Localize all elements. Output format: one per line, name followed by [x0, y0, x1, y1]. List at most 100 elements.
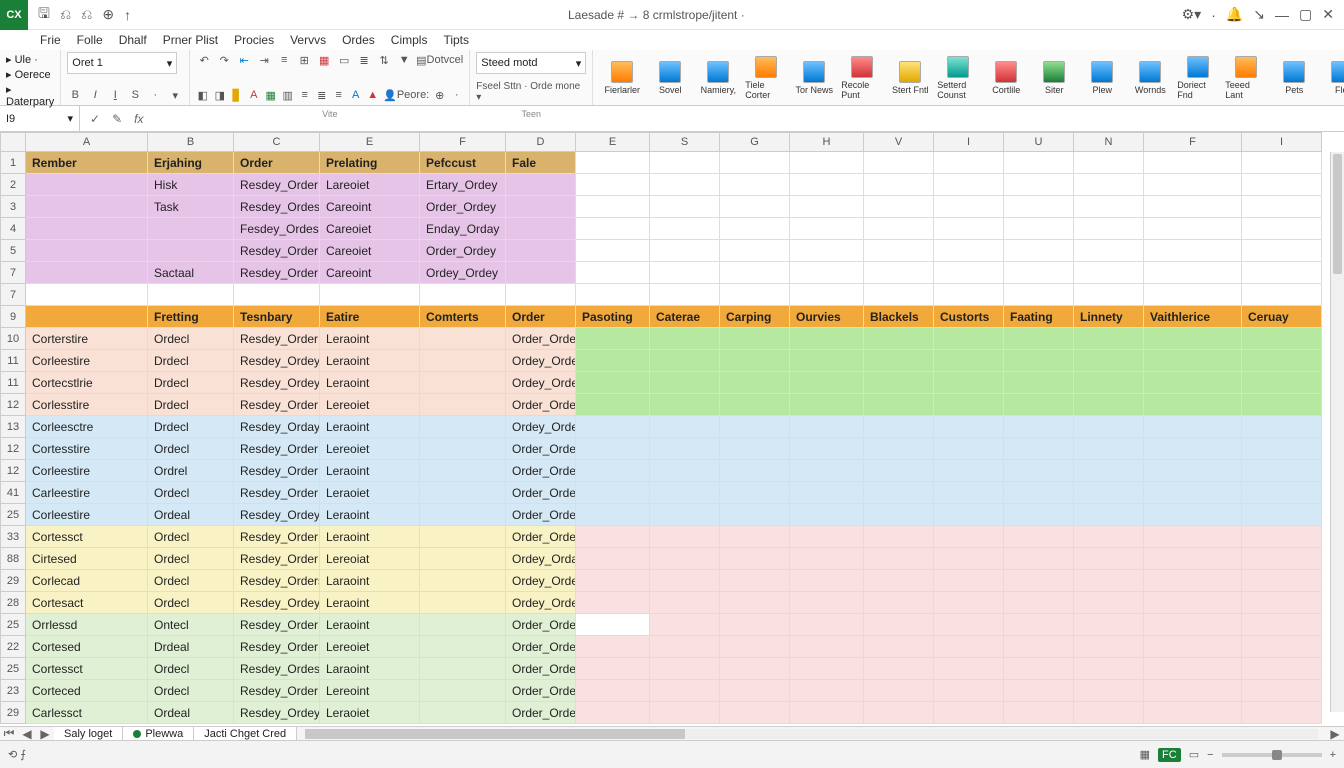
- cell[interactable]: [1074, 350, 1144, 372]
- row-header[interactable]: 25: [0, 614, 26, 636]
- row-header[interactable]: 13: [0, 416, 26, 438]
- menu-item[interactable]: Vervvs: [290, 33, 326, 47]
- ribbon-big-button[interactable]: Fierlarler: [601, 53, 643, 103]
- cell[interactable]: [864, 196, 934, 218]
- cell[interactable]: [934, 614, 1004, 636]
- cell[interactable]: [1242, 174, 1322, 196]
- cell[interactable]: Lereoint: [320, 680, 420, 702]
- cell[interactable]: Cortessct: [26, 658, 148, 680]
- row-header[interactable]: 29: [0, 702, 26, 724]
- cell[interactable]: Ordey_Ordey: [506, 350, 576, 372]
- cell[interactable]: [1144, 636, 1242, 658]
- cell[interactable]: [720, 702, 790, 724]
- cell[interactable]: Ontecl: [148, 614, 234, 636]
- cell[interactable]: Careoint: [320, 196, 420, 218]
- cell[interactable]: [1242, 394, 1322, 416]
- cell[interactable]: [1242, 680, 1322, 702]
- cell[interactable]: [650, 526, 720, 548]
- cell[interactable]: Leraoint: [320, 416, 420, 438]
- add-btn[interactable]: ⊕: [433, 87, 446, 103]
- cell[interactable]: [934, 658, 1004, 680]
- cell[interactable]: [576, 680, 650, 702]
- cell[interactable]: [1242, 196, 1322, 218]
- cell[interactable]: [576, 152, 650, 174]
- cell[interactable]: [1004, 680, 1074, 702]
- cell[interactable]: [420, 614, 506, 636]
- cell[interactable]: [576, 570, 650, 592]
- cell[interactable]: Corteced: [26, 680, 148, 702]
- cell[interactable]: [650, 218, 720, 240]
- cell[interactable]: Ordecl: [148, 548, 234, 570]
- cell[interactable]: [1074, 548, 1144, 570]
- row-header[interactable]: 10: [0, 328, 26, 350]
- cell[interactable]: [720, 240, 790, 262]
- cell[interactable]: [864, 614, 934, 636]
- cell[interactable]: [1144, 416, 1242, 438]
- cell[interactable]: Hisk: [148, 174, 234, 196]
- cell[interactable]: Corleestire: [26, 504, 148, 526]
- cell[interactable]: Cortesstire: [26, 438, 148, 460]
- cell[interactable]: Order_Ordey: [506, 614, 576, 636]
- ribbon-big-button[interactable]: Flel: [1321, 53, 1344, 103]
- cell[interactable]: [26, 218, 148, 240]
- cell[interactable]: Ordey_Ordey: [506, 416, 576, 438]
- cell[interactable]: [934, 702, 1004, 724]
- cell[interactable]: [790, 702, 864, 724]
- window-button[interactable]: ✕: [1322, 6, 1334, 23]
- cell[interactable]: [790, 218, 864, 240]
- cell[interactable]: [420, 658, 506, 680]
- cell[interactable]: [1004, 372, 1074, 394]
- align-btn[interactable]: ↷: [216, 52, 232, 68]
- merge-btn[interactable]: ⊞: [296, 52, 312, 68]
- menu-item[interactable]: Frie: [40, 33, 61, 47]
- cell[interactable]: [420, 504, 506, 526]
- cell[interactable]: [720, 592, 790, 614]
- zoom-slider[interactable]: [1222, 753, 1322, 757]
- cell[interactable]: [1074, 680, 1144, 702]
- cell[interactable]: [1004, 284, 1074, 306]
- cell[interactable]: [934, 504, 1004, 526]
- cell[interactable]: [864, 284, 934, 306]
- cell[interactable]: Ordecl: [148, 592, 234, 614]
- cell[interactable]: [1004, 174, 1074, 196]
- cell[interactable]: Resdey_Order: [234, 548, 320, 570]
- cell[interactable]: Prelating: [320, 152, 420, 174]
- cell[interactable]: [864, 548, 934, 570]
- cell[interactable]: Ordeal: [148, 504, 234, 526]
- cell[interactable]: Ordrel: [148, 460, 234, 482]
- cell[interactable]: [1242, 152, 1322, 174]
- cell[interactable]: [1004, 548, 1074, 570]
- cell[interactable]: Tesnbary: [234, 306, 320, 328]
- cell[interactable]: [1074, 460, 1144, 482]
- cell[interactable]: Cortesed: [26, 636, 148, 658]
- cell[interactable]: [1004, 526, 1074, 548]
- ribbon-big-button[interactable]: Stert Fntl: [889, 53, 931, 103]
- horizontal-scrollbar[interactable]: [305, 729, 1318, 739]
- cell[interactable]: Order_Ordey: [506, 438, 576, 460]
- cell[interactable]: Carping: [720, 306, 790, 328]
- cell[interactable]: [1004, 328, 1074, 350]
- row-header[interactable]: 11: [0, 372, 26, 394]
- cell[interactable]: [576, 614, 650, 636]
- cell[interactable]: [934, 262, 1004, 284]
- color-btn[interactable]: ◧: [196, 87, 209, 103]
- cell[interactable]: [1074, 570, 1144, 592]
- cell[interactable]: [576, 328, 650, 350]
- cell[interactable]: Caterae: [650, 306, 720, 328]
- cell[interactable]: Resdey_Ordey: [234, 504, 320, 526]
- cell[interactable]: [720, 614, 790, 636]
- cell[interactable]: [650, 372, 720, 394]
- cell[interactable]: [420, 702, 506, 724]
- cell[interactable]: [506, 174, 576, 196]
- cell[interactable]: Corleestire: [26, 460, 148, 482]
- cell[interactable]: [1074, 592, 1144, 614]
- cell[interactable]: [1242, 570, 1322, 592]
- cell-btn[interactable]: ▦: [264, 87, 277, 103]
- cell[interactable]: [1004, 218, 1074, 240]
- menu-item[interactable]: Prner Plist: [163, 33, 218, 47]
- cell[interactable]: [1004, 394, 1074, 416]
- cell[interactable]: [1242, 636, 1322, 658]
- cell[interactable]: [864, 680, 934, 702]
- cell[interactable]: [1144, 702, 1242, 724]
- cell[interactable]: Careoint: [320, 262, 420, 284]
